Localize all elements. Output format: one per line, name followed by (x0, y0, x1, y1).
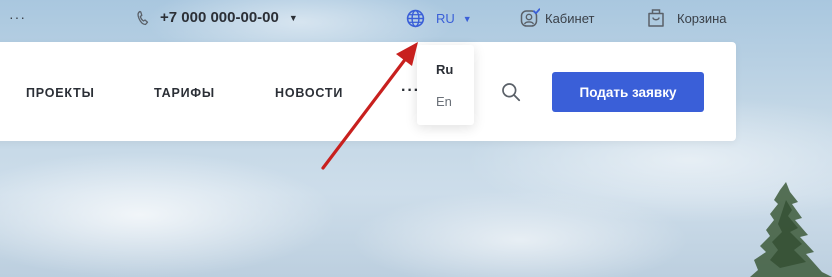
language-option-en[interactable]: En (436, 94, 452, 109)
phone-selector[interactable]: +7 000 000-00-00 ▼ (136, 9, 298, 26)
top-bar: ··· +7 000 000-00-00 ▼ RU ▼ Кабинет Корз… (0, 0, 832, 38)
cart-label[interactable]: Корзина (677, 11, 727, 26)
submit-request-button[interactable]: Подать заявку (552, 72, 704, 112)
cart-icon (648, 9, 664, 27)
globe-icon (406, 9, 425, 28)
tree-image (750, 182, 832, 277)
language-option-ru[interactable]: Ru (436, 62, 453, 77)
top-more-menu[interactable]: ··· (9, 9, 26, 25)
phone-icon (137, 10, 149, 25)
nav-item-projects[interactable]: ПРОЕКТЫ (26, 86, 95, 100)
phone-number[interactable]: +7 000 000-00-00 (160, 9, 279, 26)
nav-item-news[interactable]: НОВОСТИ (275, 86, 343, 100)
cart-link[interactable]: Корзина (647, 8, 727, 28)
user-icon (520, 8, 540, 27)
caret-down-icon: ▼ (288, 12, 298, 23)
current-language[interactable]: RU (436, 11, 455, 26)
language-dropdown: Ru En (417, 45, 474, 125)
search-icon[interactable] (501, 82, 521, 102)
caret-down-icon: ▼ (462, 13, 472, 24)
language-selector[interactable]: RU ▼ (406, 9, 472, 28)
nav-item-tariffs[interactable]: ТАРИФЫ (154, 86, 215, 100)
cabinet-label[interactable]: Кабинет (545, 11, 594, 26)
cabinet-link[interactable]: Кабинет (520, 8, 594, 28)
